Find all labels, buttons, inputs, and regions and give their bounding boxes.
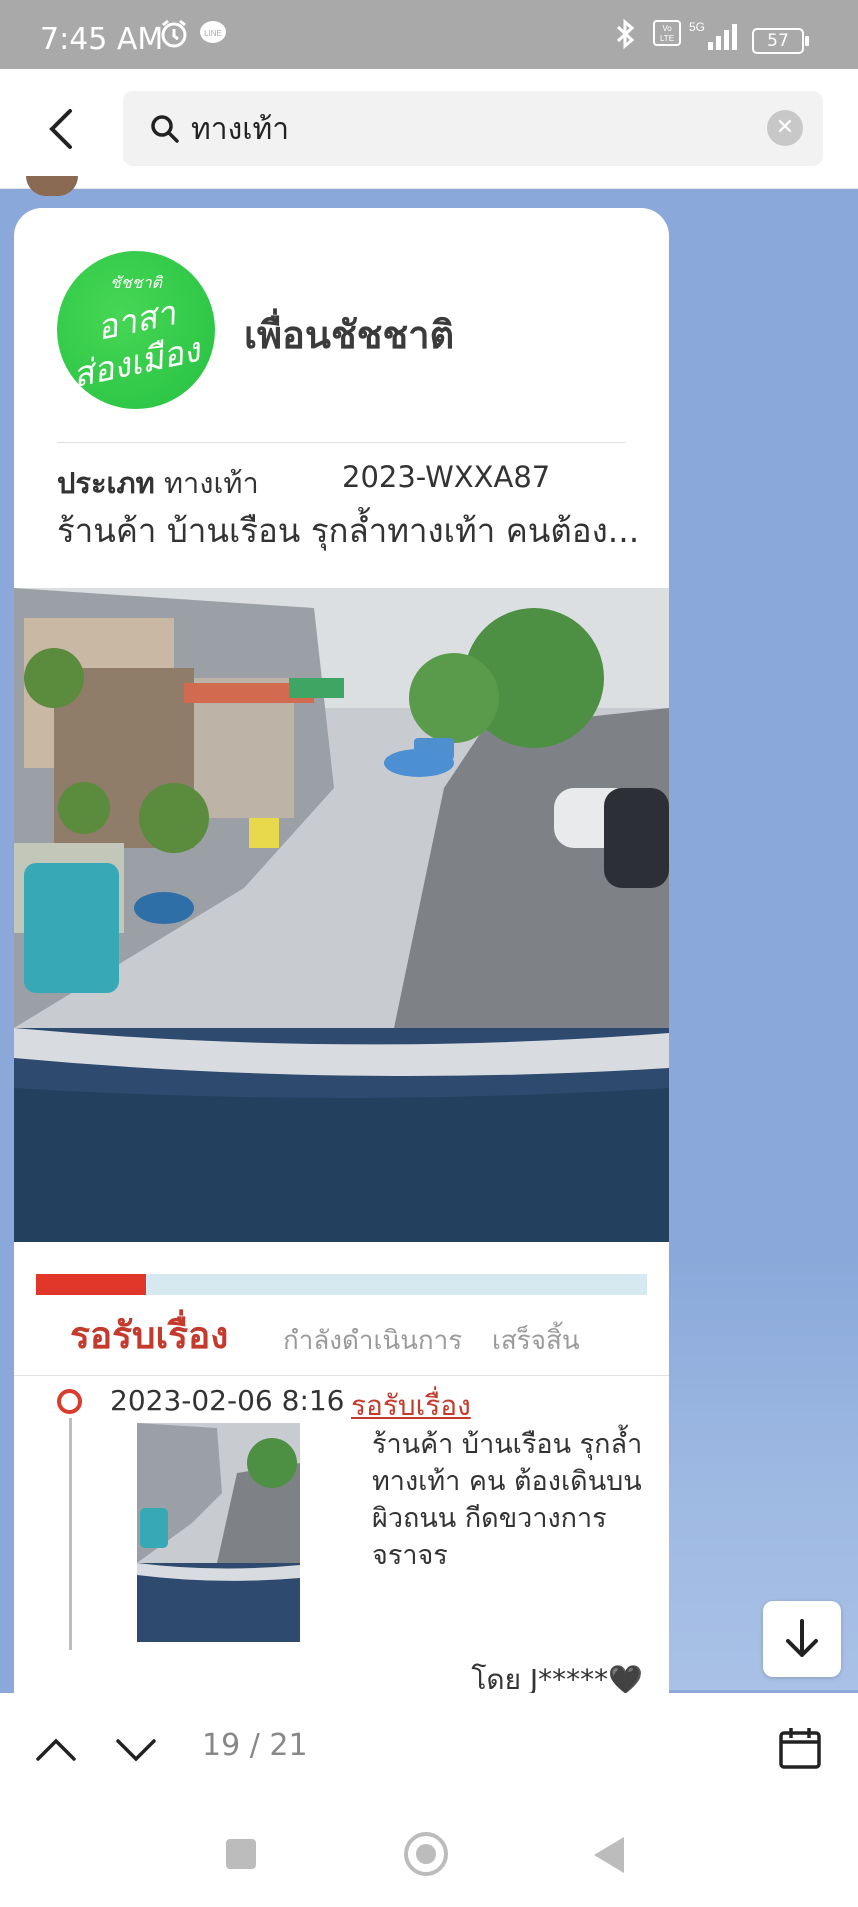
svg-text:Vo: Vo <box>662 24 672 33</box>
org-logo: ชัชชาติ อาสา ส่องเมือง <box>57 251 215 409</box>
status-bar: 7:45 AM LINE Vo LTE 5G 57 <box>0 0 858 69</box>
clear-icon[interactable]: ✕ <box>767 110 803 146</box>
org-name: เพื่อนชัชชาติ <box>244 313 455 357</box>
timeline-status-link[interactable]: รอรับเรื่อง <box>351 1384 471 1428</box>
svg-text:5G: 5G <box>689 20 705 34</box>
type-row: ประเภท ทางเท้า <box>57 460 259 506</box>
back-icon[interactable] <box>40 101 80 157</box>
arrow-down-icon <box>786 1619 818 1657</box>
recent-apps-button[interactable] <box>226 1839 256 1869</box>
status-progress-fill <box>36 1274 146 1295</box>
battery-indicator: 57 <box>752 28 809 54</box>
svg-text:LTE: LTE <box>660 34 674 43</box>
report-description: ร้านค้า บ้านเรือน รุกล้ำทางเท้า คนต้อง..… <box>57 511 637 550</box>
timeline-datetime: 2023-02-06 8:16 <box>110 1384 345 1417</box>
line-notification-icon: LINE <box>198 18 228 55</box>
case-id: 2023-WXXA87 <box>342 460 551 494</box>
search-header: ✕ <box>0 69 858 189</box>
tab-in-progress[interactable]: กำลังดำเนินการ <box>283 1320 462 1361</box>
tab-completed[interactable]: เสร็จสิ้น <box>492 1320 580 1361</box>
chevron-up-icon[interactable] <box>34 1735 78 1765</box>
chevron-down-icon[interactable] <box>114 1735 158 1765</box>
alarm-icon <box>158 18 190 57</box>
search-icon <box>149 113 181 145</box>
bluetooth-icon <box>612 18 640 57</box>
timeline-description: ร้านค้า บ้านเรือน รุกล้ำทางเท้า คน ต้องเ… <box>372 1429 643 1571</box>
status-progress-bar <box>36 1274 647 1295</box>
card-divider <box>57 442 625 443</box>
volte-icon: Vo LTE <box>653 18 681 55</box>
search-box[interactable]: ✕ <box>123 91 823 166</box>
system-back-button[interactable] <box>594 1837 624 1873</box>
bottom-bar: 19 / 21 <box>0 1693 858 1907</box>
report-card[interactable]: ชัชชาติ อาสา ส่องเมือง เพื่อนชัชชาติ ประ… <box>14 208 669 1708</box>
tab-waiting[interactable]: รอรับเรื่อง <box>70 1306 228 1365</box>
timeline-line <box>69 1418 72 1650</box>
status-time: 7:45 AM <box>40 22 164 57</box>
5g-signal-icon: 5G <box>688 18 742 59</box>
timeline-divider <box>14 1375 669 1376</box>
status-tabs: รอรับเรื่อง กำลังดำเนินการ เสร็จสิ้น <box>70 1306 669 1357</box>
home-button[interactable] <box>404 1832 448 1876</box>
scroll-down-button[interactable] <box>763 1601 841 1677</box>
timeline-thumbnail[interactable] <box>137 1423 300 1642</box>
search-input[interactable] <box>189 101 753 157</box>
avatar <box>26 176 78 196</box>
calendar-icon[interactable] <box>778 1726 822 1770</box>
street-photo[interactable] <box>14 588 669 1242</box>
type-label: ประเภท <box>57 466 155 500</box>
svg-text:LINE: LINE <box>204 29 222 38</box>
timeline-dot <box>57 1389 82 1414</box>
result-counter: 19 / 21 <box>202 1728 308 1763</box>
type-value: ทางเท้า <box>163 466 259 500</box>
